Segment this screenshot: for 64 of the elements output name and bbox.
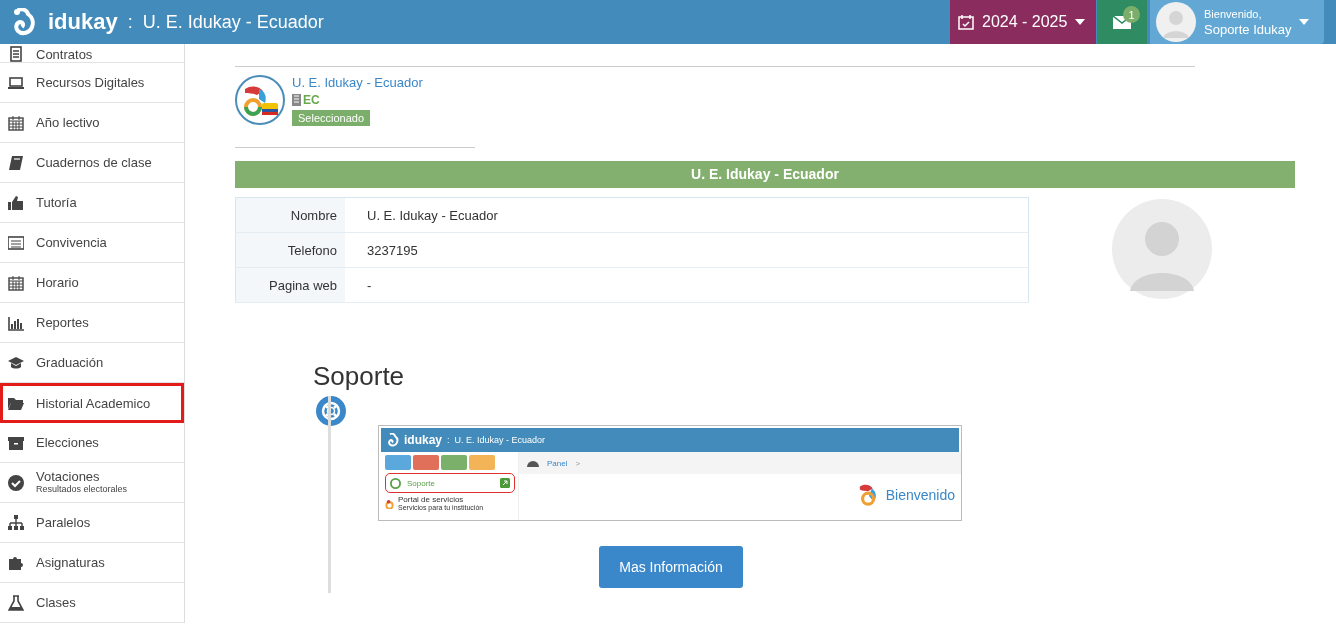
chameleon-logo-icon bbox=[387, 433, 399, 447]
sidebar-item[interactable]: Paralelos bbox=[0, 503, 184, 543]
school-title: U. E. Idukay - Ecuador bbox=[454, 435, 546, 445]
chameleon-logo-icon bbox=[12, 8, 36, 36]
message-count-badge: 1 bbox=[1123, 6, 1140, 23]
folder-icon bbox=[8, 395, 24, 411]
caret-icon bbox=[1075, 19, 1086, 25]
brand-name: idukay bbox=[404, 433, 442, 447]
section-heading: Soporte bbox=[313, 361, 406, 392]
welcome-text: Bienvenido bbox=[885, 487, 955, 503]
sidebar-item[interactable]: Año lectivo bbox=[0, 103, 184, 143]
school-logo-icon bbox=[235, 75, 285, 125]
sidebar-item[interactable]: Convivencia bbox=[0, 223, 184, 263]
sidebar-item[interactable]: Reportes bbox=[0, 303, 184, 343]
portal-title: Portal de servicios bbox=[398, 496, 465, 504]
avatar-icon bbox=[1156, 2, 1196, 42]
sidebar-item[interactable]: Votaciones Resultados electorales bbox=[0, 463, 184, 503]
sitemap-icon bbox=[8, 514, 24, 531]
bar-chart-icon bbox=[8, 314, 24, 331]
field-value: - bbox=[345, 267, 1029, 303]
school-title: U. E. Idukay - Ecuador bbox=[142, 11, 324, 33]
puzzle-icon bbox=[8, 554, 24, 571]
section-title-bar: U. E. Idukay - Ecuador bbox=[235, 161, 1295, 188]
country-code: EC bbox=[303, 93, 320, 107]
sidebar-item[interactable]: Recursos Digitales bbox=[0, 63, 184, 103]
sidebar-item[interactable]: Asignaturas bbox=[0, 543, 184, 583]
brand-name: idukay bbox=[48, 9, 118, 35]
caret-icon bbox=[1299, 19, 1310, 25]
sidebar-item[interactable]: Historial Academico bbox=[0, 383, 184, 423]
sidebar-item[interactable]: Horario bbox=[0, 263, 184, 303]
logo-icon bbox=[385, 499, 394, 509]
list-icon bbox=[8, 234, 24, 251]
sidebar-item[interactable]: Contratos bbox=[0, 44, 184, 63]
field-label: Nombre bbox=[235, 197, 345, 233]
archive-box-icon bbox=[8, 434, 24, 451]
book-icon bbox=[8, 154, 24, 171]
status-tag: Seleccionado bbox=[292, 110, 371, 126]
sidebar-item[interactable]: Clases bbox=[0, 583, 184, 623]
document-icon bbox=[8, 46, 24, 62]
graduation-cap-icon bbox=[8, 354, 24, 371]
breadcrumb-separator: > bbox=[575, 458, 581, 468]
field-label: Pagina web bbox=[235, 267, 345, 303]
school-link[interactable]: U. E. Idukay - Ecuador bbox=[292, 75, 423, 90]
avatar-icon bbox=[1112, 199, 1212, 299]
title-separator: : bbox=[127, 11, 133, 33]
laptop-icon bbox=[8, 74, 24, 91]
sidebar-item[interactable]: Elecciones bbox=[0, 423, 184, 463]
field-label: Telefono bbox=[235, 232, 345, 268]
title-separator: : bbox=[447, 435, 450, 445]
sidebar-item[interactable]: Cuadernos de clase bbox=[0, 143, 184, 183]
more-info-button[interactable]: Mas Información bbox=[599, 546, 743, 588]
school-year-dropdown[interactable]: 2024 - 2025 bbox=[950, 0, 1096, 44]
sidebar-item[interactable]: Tutoría bbox=[0, 183, 184, 223]
calendar-icon bbox=[8, 274, 24, 291]
external-link-icon bbox=[500, 478, 510, 488]
calendar-icon bbox=[8, 114, 24, 131]
sidebar-item[interactable]: Graduación bbox=[0, 343, 184, 383]
building-icon bbox=[292, 94, 301, 106]
calendar-check-icon bbox=[958, 14, 974, 30]
check-circle-icon bbox=[8, 474, 24, 491]
field-value: 3237195 bbox=[345, 232, 1029, 268]
thumbs-up-icon bbox=[8, 194, 24, 211]
field-value: U. E. Idukay - Ecuador bbox=[345, 197, 1029, 233]
flask-icon bbox=[8, 594, 24, 611]
